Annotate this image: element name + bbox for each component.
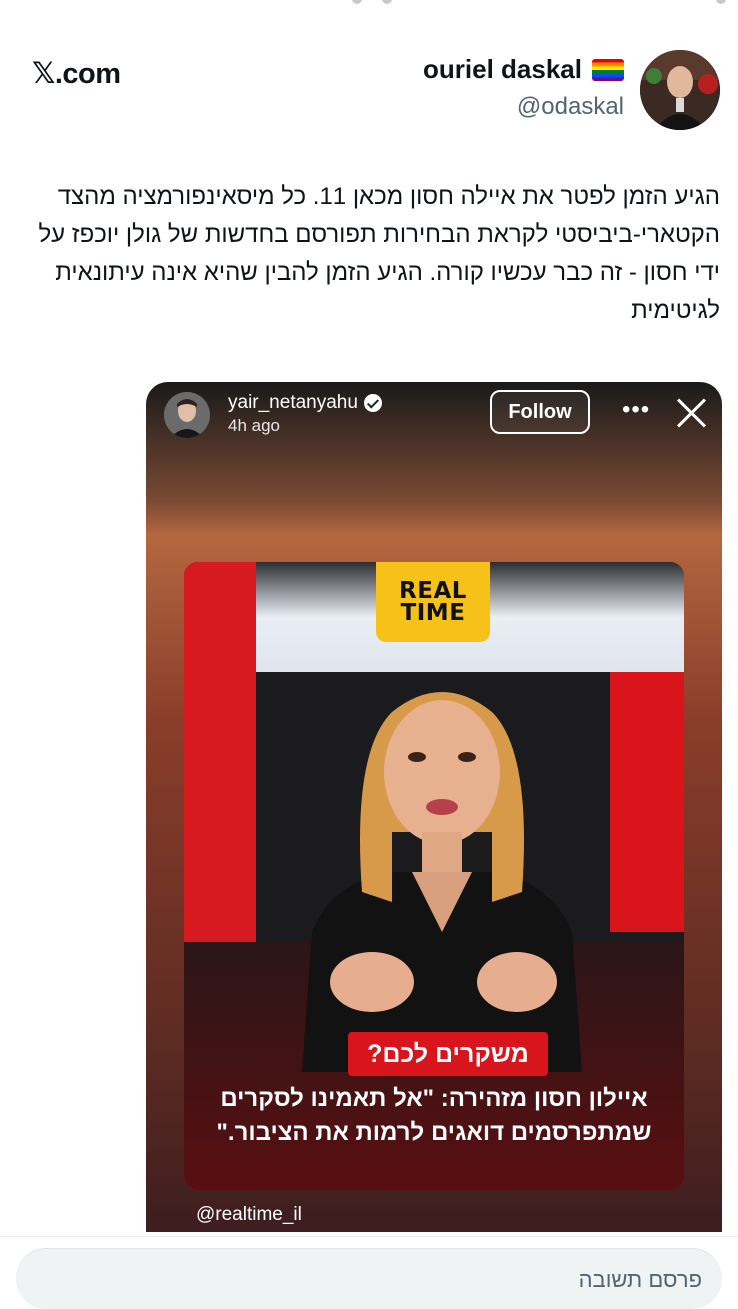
- follow-button[interactable]: Follow: [490, 390, 590, 434]
- partial-icon: [382, 0, 392, 4]
- realtime-logo: REAL TIME: [376, 562, 490, 642]
- rainbow-flag-icon: [592, 58, 624, 81]
- avatar[interactable]: [640, 50, 720, 130]
- author-block[interactable]: ouriel daskal @odaskal: [423, 54, 624, 121]
- video-caption: איילון חסון מזהירה: "אל תאמינו לסקרים שמ…: [194, 1082, 674, 1150]
- author-name[interactable]: ouriel daskal: [423, 54, 582, 85]
- close-icon[interactable]: [674, 396, 708, 430]
- logo-text: REAL: [399, 578, 467, 604]
- story-avatar[interactable]: [164, 392, 210, 438]
- reply-placeholder: פרסם תשובה: [578, 1267, 702, 1292]
- author-handle[interactable]: @odaskal: [423, 93, 624, 121]
- x-logo-brand[interactable]: 𝕏.com: [32, 56, 121, 91]
- verified-badge-icon: [363, 394, 382, 412]
- caption-line: שמתפרסמים דואגים לרמות את הציבור.": [216, 1119, 652, 1146]
- video-frame[interactable]: REAL TIME משקרים לכם? איילון חסון מזהירה…: [184, 562, 684, 1190]
- caption-line: איילון חסון מזהירה: "אל תאמינו לסקרים: [220, 1085, 648, 1112]
- author-name-row[interactable]: ouriel daskal: [423, 54, 624, 85]
- story-timestamp: 4h ago: [228, 416, 280, 435]
- reply-input[interactable]: פרסם תשובה: [16, 1248, 722, 1309]
- presenter-image: [302, 692, 582, 1072]
- logo-text: TIME: [400, 600, 466, 626]
- partial-icon: [352, 0, 362, 4]
- partial-icon: [716, 0, 726, 4]
- story-username-row[interactable]: yair_netanyahu: [228, 392, 382, 414]
- more-options-icon[interactable]: •••: [622, 396, 650, 424]
- source-handle[interactable]: @realtime_il: [196, 1204, 302, 1226]
- headline-banner: משקרים לכם?: [348, 1032, 548, 1076]
- divider: [0, 1236, 738, 1237]
- top-strip: [0, 0, 738, 10]
- tweet-text: הגיע הזמן לפטר את איילה חסון מכאן 11. כל…: [38, 183, 720, 324]
- story-username[interactable]: yair_netanyahu: [228, 392, 358, 414]
- embedded-story-card[interactable]: yair_netanyahu 4h ago Follow ••• REAL TI…: [146, 382, 722, 1232]
